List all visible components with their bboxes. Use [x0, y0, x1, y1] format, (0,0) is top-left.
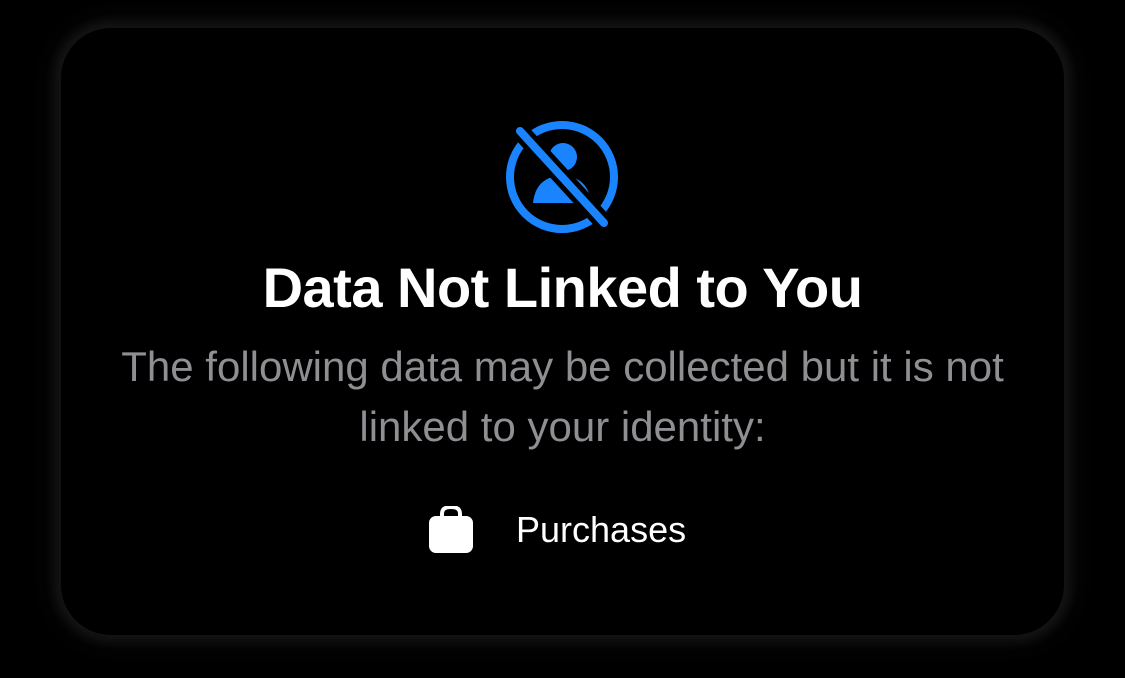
- screen: Data Not Linked to You The following dat…: [0, 0, 1125, 678]
- data-type-purchases: Purchases: [428, 500, 686, 560]
- section-description: The following data may be collected but …: [121, 343, 1004, 450]
- data-type-label: Purchases: [516, 509, 687, 550]
- section-title: Data Not Linked to You: [262, 256, 863, 319]
- person-slash-circle-icon: [506, 121, 618, 233]
- shopping-bag-icon: [429, 506, 473, 553]
